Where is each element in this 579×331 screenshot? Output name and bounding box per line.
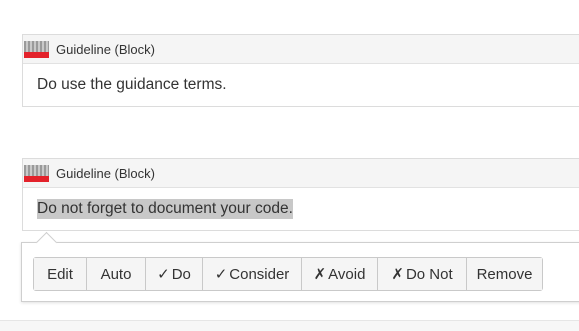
edit-button-label: Edit <box>47 265 73 283</box>
auto-button-label: Auto <box>100 265 132 283</box>
do-not-button-label: Do Not <box>405 265 453 283</box>
block-text: Do use the guidance terms. <box>37 76 227 93</box>
popover-arrow <box>35 231 58 254</box>
selected-block-text: Do not forget to document your code. <box>37 199 293 219</box>
block-header: Guideline (Block) <box>23 35 579 64</box>
do-button-label: Do <box>171 265 191 283</box>
cross-mark-icon: ✗ <box>313 266 327 283</box>
cross-mark-icon: ✗ <box>391 266 404 283</box>
do-button[interactable]: ✓ Do <box>146 258 203 290</box>
auto-button[interactable]: Auto <box>87 258 146 290</box>
consider-button-label: Consider <box>229 265 290 283</box>
remove-button[interactable]: Remove <box>467 258 542 290</box>
block-content[interactable]: Do use the guidance terms. <box>23 64 579 106</box>
block-title: Guideline (Block) <box>56 165 155 181</box>
bottom-status-bar <box>0 320 579 331</box>
edit-button[interactable]: Edit <box>34 258 87 290</box>
block-title: Guideline (Block) <box>56 41 155 57</box>
guidance-toolbar-popover: Edit Auto ✓ Do ✓ Consider ✗ Avoid ✗ Do N… <box>21 231 579 302</box>
guideline-block-1[interactable]: Guideline (Block) Do use the guidance te… <box>22 34 579 107</box>
do-not-button[interactable]: ✗ Do Not <box>378 258 467 290</box>
consider-button[interactable]: ✓ Consider <box>203 258 302 290</box>
guideline-block-2[interactable]: Guideline (Block) Do not forget to docum… <box>22 158 579 231</box>
guideline-block-icon <box>24 40 49 58</box>
guideline-block-icon <box>24 164 49 182</box>
remove-button-label: Remove <box>476 265 533 283</box>
avoid-button-label: Avoid <box>328 265 366 283</box>
checkmark-icon: ✓ <box>157 266 170 283</box>
avoid-button[interactable]: ✗ Avoid <box>302 258 378 290</box>
guidance-button-group: Edit Auto ✓ Do ✓ Consider ✗ Avoid ✗ Do N… <box>33 257 543 291</box>
block-header: Guideline (Block) <box>23 159 579 188</box>
checkmark-icon: ✓ <box>214 266 228 283</box>
block-content[interactable]: Do not forget to document your code. <box>23 188 579 230</box>
